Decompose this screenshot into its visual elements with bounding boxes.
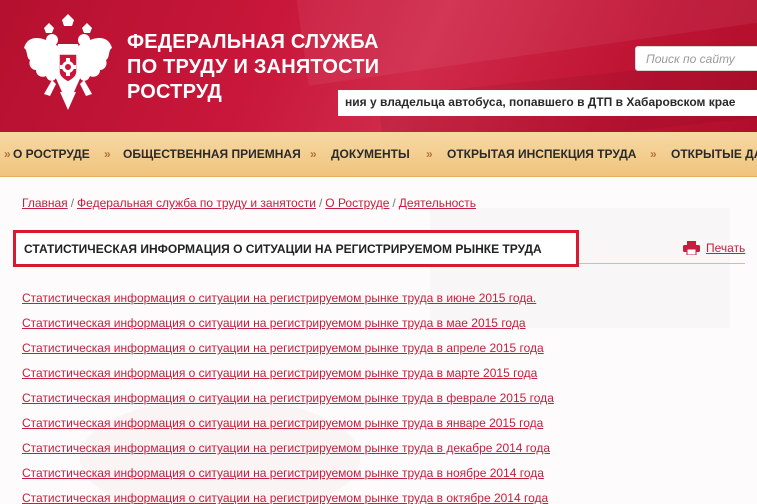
main-nav: » О РОСТРУДЕ » ОБЩЕСТВЕННАЯ ПРИЕМНАЯ » Д… xyxy=(0,132,757,177)
statistics-link[interactable]: Статистическая информация о ситуации на … xyxy=(22,392,554,417)
breadcrumb-home[interactable]: Главная xyxy=(22,196,68,210)
print-link[interactable]: Печать xyxy=(706,241,745,255)
title-divider xyxy=(579,263,745,264)
statistics-link[interactable]: Статистическая информация о ситуации на … xyxy=(22,367,554,392)
breadcrumb-separator: / xyxy=(392,196,396,210)
statistics-link[interactable]: Статистическая информация о ситуации на … xyxy=(22,342,554,367)
news-ticker[interactable]: ния у владельца автобуса, попавшего в ДТ… xyxy=(338,90,757,116)
news-ticker-text[interactable]: ния у владельца автобуса, попавшего в ДТ… xyxy=(345,95,735,109)
search-box xyxy=(635,46,757,71)
nav-separator: » xyxy=(650,147,657,161)
statistics-link[interactable]: Статистическая информация о ситуации на … xyxy=(22,417,554,442)
breadcrumb: Главная / Федеральная служба по труду и за… xyxy=(22,196,476,210)
breadcrumb-separator: / xyxy=(70,196,75,210)
nav-separator: » xyxy=(310,147,317,161)
nav-item-open-inspection[interactable]: ОТКРЫТАЯ ИНСПЕКЦИЯ ТРУДА xyxy=(447,147,636,161)
site-title-line: ФЕДЕРАЛЬНАЯ СЛУЖБА xyxy=(127,31,379,53)
nav-separator: » xyxy=(426,147,433,161)
nav-item-public-reception[interactable]: ОБЩЕСТВЕННАЯ ПРИЕМНАЯ xyxy=(123,147,301,161)
nav-item-about[interactable]: О РОСТРУДЕ xyxy=(13,147,90,161)
print-button[interactable]: Печать xyxy=(683,241,745,255)
site-title-line: ПО ТРУДУ И ЗАНЯТОСТИ xyxy=(127,56,380,78)
site-header: ФЕДЕРАЛЬНАЯ СЛУЖБА ПО ТРУДУ И ЗАНЯТОСТИ … xyxy=(0,0,757,132)
statistics-link[interactable]: Статистическая информация о ситуации на … xyxy=(22,317,554,342)
search-input[interactable] xyxy=(636,47,757,70)
nav-item-open-data[interactable]: ОТКРЫТЫЕ ДА xyxy=(671,147,757,161)
statistics-link[interactable]: Статистическая информация о ситуации на … xyxy=(22,492,554,504)
nav-separator: » xyxy=(4,147,11,161)
page-title-box: СТАТИСТИЧЕСКАЯ ИНФОРМАЦИЯ О СИТУАЦИИ НА … xyxy=(13,230,579,267)
statistics-link-list: Статистическая информация о ситуации на … xyxy=(22,292,554,504)
nav-item-documents[interactable]: ДОКУМЕНТЫ xyxy=(331,147,410,161)
nav-separator: » xyxy=(104,147,111,161)
coat-of-arms-icon[interactable] xyxy=(22,14,114,112)
page-title: СТАТИСТИЧЕСКАЯ ИНФОРМАЦИЯ О СИТУАЦИИ НА … xyxy=(24,242,542,256)
breadcrumb-about[interactable]: О Роструде xyxy=(325,196,389,210)
breadcrumb-separator: / xyxy=(318,196,323,210)
printer-icon[interactable] xyxy=(683,241,700,255)
breadcrumb-federal-service[interactable]: Федеральная служба по труду и занятости xyxy=(77,196,316,210)
statistics-link[interactable]: Статистическая информация о ситуации на … xyxy=(22,292,554,317)
breadcrumb-activity[interactable]: Деятельность xyxy=(399,196,476,210)
statistics-link[interactable]: Статистическая информация о ситуации на … xyxy=(22,442,554,467)
statistics-link[interactable]: Статистическая информация о ситуации на … xyxy=(22,467,554,492)
